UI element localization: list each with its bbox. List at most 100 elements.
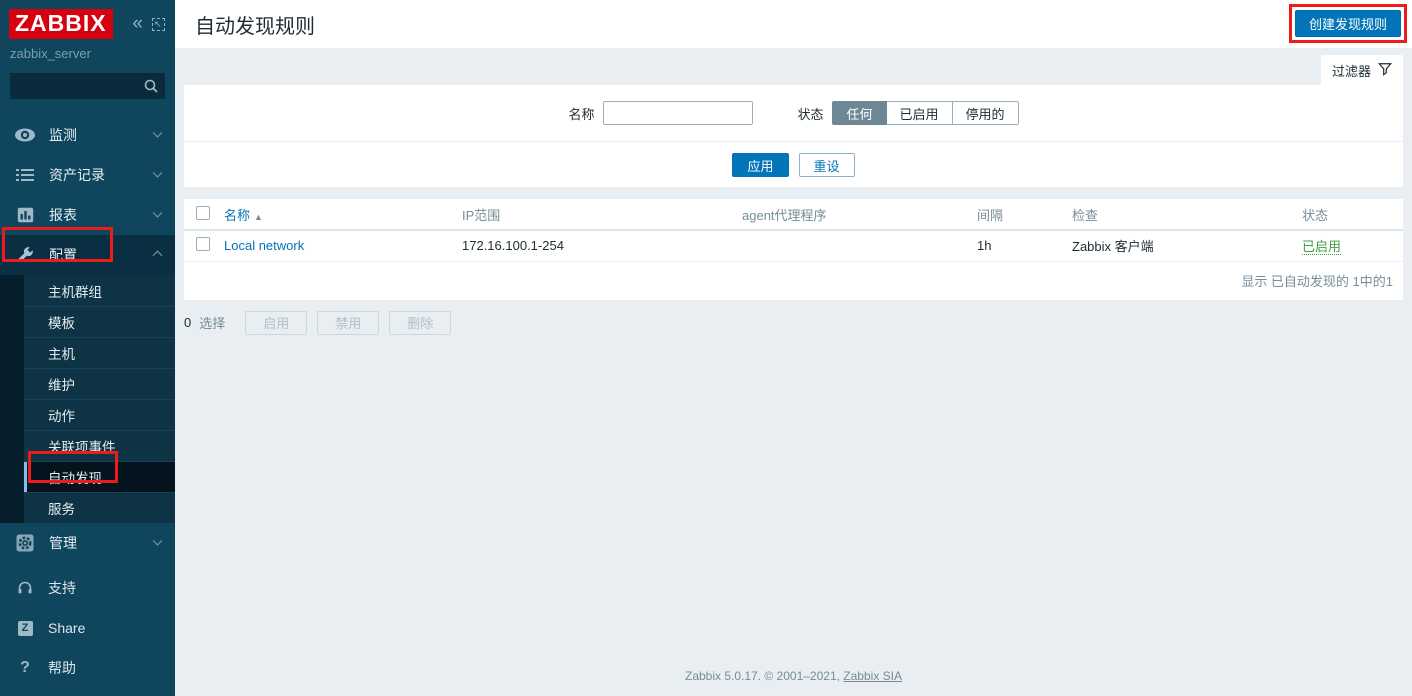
logo-row: ZABBIX « ↖ — [0, 0, 175, 39]
column-header-label: 名称 — [224, 207, 251, 223]
filter-tab-strip: 过滤器 — [175, 48, 1412, 85]
submenu-label: 主机 — [48, 347, 75, 362]
row-checkbox[interactable] — [196, 237, 210, 252]
sidebar-item-label: Share — [48, 620, 86, 636]
sidebar-item-reports[interactable]: 报表 — [0, 195, 175, 235]
reset-button[interactable]: 重设 — [798, 153, 855, 177]
submenu-label: 自动发现 — [48, 471, 102, 486]
eye-icon — [14, 128, 36, 142]
submenu-item-discovery[interactable]: 自动发现 — [24, 461, 175, 492]
delete-button[interactable]: 删除 — [389, 310, 452, 335]
submenu-label: 维护 — [48, 378, 75, 393]
sidebar-item-label: 配置 — [49, 247, 77, 263]
sidebar-item-help[interactable]: ? 帮助 — [0, 648, 175, 688]
chevron-down-icon — [152, 127, 163, 138]
filter-tab-label: 过滤器 — [1331, 63, 1371, 79]
column-header-status: 状态 — [1292, 199, 1403, 231]
submenu-item-hosts[interactable]: 主机 — [24, 337, 175, 368]
status-filter-label: 状态 — [797, 106, 824, 122]
rule-name-link[interactable]: Local network — [224, 238, 304, 253]
submenu-label: 主机群组 — [48, 284, 102, 300]
submenu-item-host-groups[interactable]: 主机群组 — [24, 275, 175, 306]
sidebar-bottom: 支持 Z Share ? 帮助 — [0, 568, 175, 696]
chevron-down-icon — [152, 535, 163, 546]
submenu-label: 服务 — [48, 502, 75, 517]
page-footer: Zabbix 5.0.17. © 2001–2021, Zabbix SIA — [175, 669, 1412, 696]
search-icon[interactable] — [143, 78, 159, 99]
sidebar-item-support[interactable]: 支持 — [0, 568, 175, 608]
sidebar-item-configuration[interactable]: 配置 — [0, 235, 175, 275]
collapse-sidebar-icon[interactable]: « — [132, 14, 143, 33]
discovery-rules-table: 名称 ▲ IP范围 agent代理程序 间隔 检查 状态 Local networ… — [184, 199, 1403, 262]
filter-panel: 名称 状态 任何 已启用 停用的 应用 重设 — [184, 85, 1403, 187]
sidebar-item-share[interactable]: Z Share — [0, 608, 175, 648]
submenu-label: 关联项事件 — [48, 440, 116, 455]
page-title: 自动发现规则 — [195, 15, 315, 38]
status-enabled-link[interactable]: 已启用 — [1302, 239, 1342, 256]
funnel-icon — [1377, 62, 1393, 79]
rule-interval: 1h — [967, 230, 1062, 262]
sidebar-item-label: 报表 — [49, 207, 77, 223]
share-badge-glyph: Z — [17, 620, 33, 636]
submenu-item-services[interactable]: 服务 — [24, 492, 175, 523]
column-header-interval: 间隔 — [967, 199, 1062, 231]
column-header-name[interactable]: 名称 ▲ — [214, 199, 452, 231]
name-filter-label: 名称 — [568, 106, 595, 122]
sidebar: ZABBIX « ↖ zabbix_server 监测 资产记录 报表 配置 主… — [0, 0, 175, 696]
main-nav: 监测 资产记录 报表 配置 主机群组 模板 主机 维护 动作 关联项事件 自动发… — [0, 115, 175, 563]
selected-count: 0 — [184, 315, 192, 330]
sidebar-item-label: 监测 — [49, 127, 77, 143]
page-header: 自动发现规则 创建发现规则 — [175, 0, 1412, 48]
status-segmented-control: 任何 已启用 停用的 — [832, 101, 1019, 125]
sidebar-item-label: 帮助 — [48, 660, 76, 676]
sort-asc-icon: ▲ — [254, 211, 263, 222]
list-icon — [14, 168, 36, 182]
name-filter-input[interactable] — [603, 101, 754, 125]
column-header-ip-range: IP范围 — [452, 199, 732, 231]
table-summary: 显示 已自动发现的 1中的1 — [1241, 273, 1393, 289]
status-option-any[interactable]: 任何 — [832, 101, 887, 125]
chevron-up-icon — [152, 250, 163, 260]
name-filter-field: 名称 — [568, 101, 754, 125]
rule-checks: Zabbix 客户端 — [1062, 230, 1292, 262]
selected-label: 选择 — [199, 316, 226, 331]
submenu-item-actions[interactable]: 动作 — [24, 399, 175, 430]
column-header-agent-proxy: agent代理程序 — [732, 199, 967, 231]
rule-agent-proxy — [732, 230, 967, 262]
zabbix-share-icon: Z — [16, 620, 34, 636]
create-discovery-rule-button[interactable]: 创建发现规则 — [1294, 10, 1401, 37]
select-all-checkbox[interactable] — [196, 205, 210, 220]
sidebar-item-inventory[interactable]: 资产记录 — [0, 155, 175, 195]
status-filter-field: 状态 任何 已启用 停用的 — [797, 101, 1019, 125]
table-header-row: 名称 ▲ IP范围 agent代理程序 间隔 检查 状态 — [184, 199, 1403, 231]
mass-action-bar: 0 选择 启用 禁用 删除 — [184, 310, 1403, 335]
apply-button[interactable]: 应用 — [732, 153, 789, 177]
status-option-enabled[interactable]: 已启用 — [886, 101, 953, 125]
filter-divider — [184, 141, 1403, 142]
bar-chart-icon — [14, 207, 36, 223]
disable-button[interactable]: 禁用 — [317, 310, 380, 335]
status-option-disabled[interactable]: 停用的 — [952, 101, 1019, 125]
enable-button[interactable]: 启用 — [245, 310, 308, 335]
sidebar-item-label: 管理 — [49, 535, 77, 551]
hide-sidebar-icon[interactable]: ↖ — [152, 17, 165, 31]
filter-tab[interactable]: 过滤器 — [1321, 55, 1403, 85]
search-input[interactable] — [10, 73, 165, 99]
discovery-rules-table-card: 名称 ▲ IP范围 agent代理程序 间隔 检查 状态 Local networ… — [184, 199, 1403, 300]
headset-icon — [16, 580, 34, 596]
sidebar-search — [10, 73, 165, 99]
zabbix-sia-link[interactable]: Zabbix SIA — [843, 669, 902, 683]
help-glyph: ? — [20, 659, 30, 676]
sidebar-item-label: 资产记录 — [49, 167, 105, 183]
wrench-icon — [14, 246, 36, 264]
sidebar-item-monitoring[interactable]: 监测 — [0, 115, 175, 155]
submenu-item-maintenance[interactable]: 维护 — [24, 368, 175, 399]
annotation-box-create-button: 创建发现规则 — [1288, 4, 1407, 43]
footer-version-text: Zabbix 5.0.17. © 2001–2021, — [685, 669, 844, 683]
sidebar-item-administration[interactable]: 管理 — [0, 523, 175, 563]
submenu-item-event-correlation[interactable]: 关联项事件 — [24, 430, 175, 461]
gear-icon — [14, 534, 36, 552]
submenu-item-templates[interactable]: 模板 — [24, 306, 175, 337]
question-mark-icon: ? — [16, 659, 34, 677]
